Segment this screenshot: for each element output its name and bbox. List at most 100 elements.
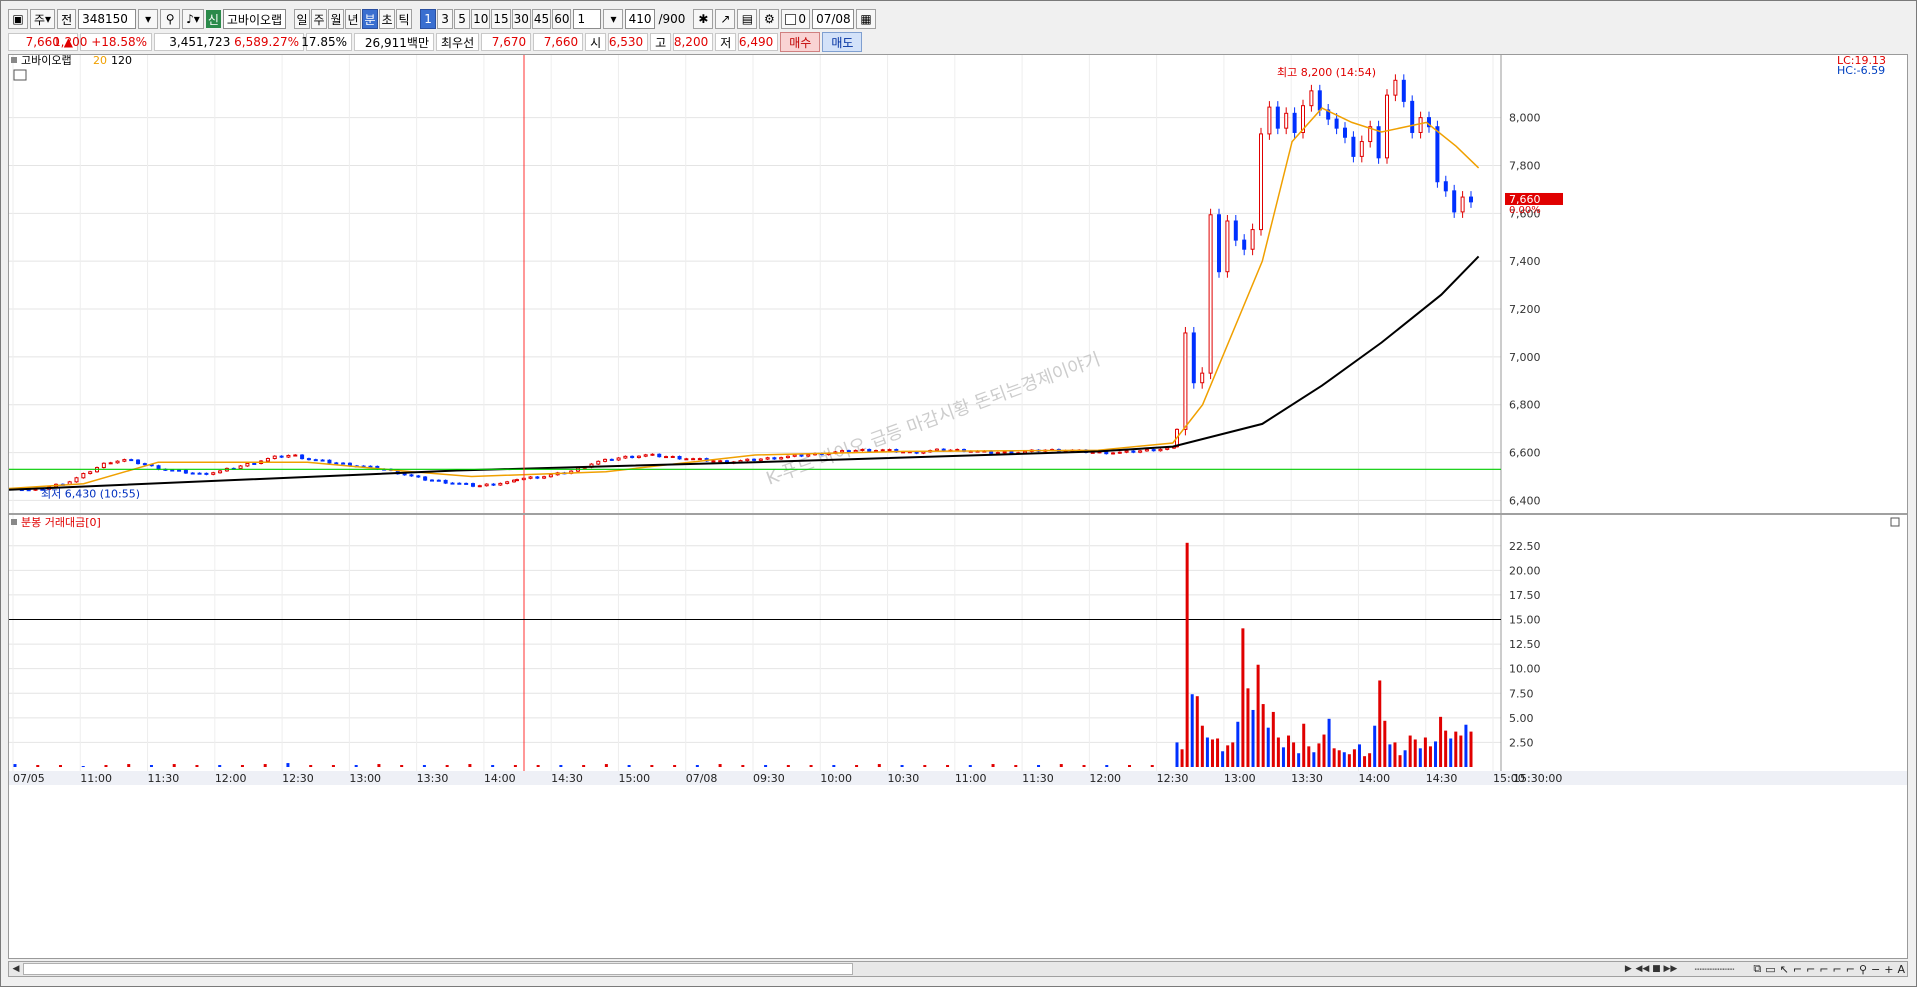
period-button[interactable]: 월 bbox=[328, 9, 345, 29]
interval-button[interactable]: 45 bbox=[531, 9, 552, 29]
draw-icon-2[interactable]: ⌐ bbox=[1804, 962, 1817, 976]
candle-body bbox=[1158, 448, 1163, 452]
period-button[interactable]: 일 bbox=[294, 9, 311, 29]
mode-select[interactable]: 주 ▾ bbox=[30, 9, 56, 29]
chart-area[interactable]: 고바이오랩 20 120 LC:19.13 HC:-6.59 K-푸드 바이오 … bbox=[8, 54, 1908, 959]
volume-tick-label: 12.50 bbox=[1509, 638, 1541, 651]
code-input[interactable]: 348150 bbox=[78, 9, 137, 29]
draw-icon-4[interactable]: ⌐ bbox=[1831, 962, 1844, 976]
candle-body bbox=[995, 452, 1000, 455]
volume-bar bbox=[1205, 737, 1209, 767]
candle-body bbox=[1418, 117, 1423, 133]
type-button[interactable]: 전 bbox=[57, 9, 77, 29]
volume-bar bbox=[1368, 753, 1372, 767]
period-button[interactable]: 년 bbox=[345, 9, 362, 29]
zoom-slider[interactable]: ┈┈┈┈┈┈ bbox=[1677, 962, 1751, 976]
period-button[interactable]: 틱 bbox=[396, 9, 413, 29]
x-tick-label: 13:00 bbox=[349, 772, 381, 785]
candle-body bbox=[443, 479, 448, 484]
draw-icon-3[interactable]: ⌐ bbox=[1817, 962, 1830, 976]
scroll-thumb[interactable] bbox=[23, 963, 853, 975]
sell-button[interactable]: 매도 bbox=[822, 32, 863, 52]
count-input[interactable]: 410 bbox=[625, 9, 656, 29]
price-tick-label: 7,400 bbox=[1509, 255, 1541, 268]
interval-button[interactable]: 60 bbox=[552, 9, 572, 29]
horizontal-scrollbar[interactable]: ◀ ▶ ◀◀ ■ ▶▶ ┈┈┈┈┈┈ ⧉ ▭ ↖ ⌐ ⌐ ⌐ ⌐ ⌐ ⚲ − +… bbox=[8, 961, 1908, 977]
x-tick-label: 12:30 bbox=[1157, 772, 1189, 785]
gear-icon[interactable]: ⚙ bbox=[759, 9, 780, 29]
panel-handle-icon[interactable] bbox=[11, 57, 17, 63]
candle-body bbox=[1002, 451, 1007, 454]
x-axis: 07/05 11:00 11:30 12:00 12:30 13:00 13:30 14:00… bbox=[9, 771, 1907, 785]
candle-body bbox=[1284, 112, 1289, 129]
volume-panel-close-icon[interactable] bbox=[1890, 517, 1900, 527]
settings-icon-2[interactable]: ▭ bbox=[1763, 962, 1777, 976]
candle-body bbox=[402, 473, 407, 476]
volume-cell: 3,451,723 6,589.27% bbox=[154, 33, 304, 51]
layout-icon[interactable]: ▣ bbox=[8, 9, 28, 29]
change-value: 1,200 bbox=[53, 35, 88, 49]
volume-bar bbox=[1256, 664, 1260, 767]
interval-select[interactable]: 1 bbox=[573, 9, 602, 29]
candle-body bbox=[1334, 118, 1339, 129]
date-checkbox[interactable]: 0 bbox=[781, 9, 811, 29]
stop-icon[interactable]: ■ bbox=[1649, 962, 1663, 976]
trend-icon[interactable]: ↗ bbox=[715, 9, 736, 29]
volume-tick-label: 20.00 bbox=[1509, 564, 1541, 577]
forward-icon[interactable]: ▶▶ bbox=[1663, 962, 1677, 976]
scroll-right-icon[interactable]: ▶ bbox=[1621, 962, 1635, 976]
indicator-icon[interactable]: ✱ bbox=[693, 9, 714, 29]
interval-dropdown-icon[interactable]: ▾ bbox=[603, 9, 624, 29]
rewind-icon[interactable]: ◀◀ bbox=[1635, 962, 1649, 976]
candle-body bbox=[88, 471, 93, 475]
settings-icon-1[interactable]: ⧉ bbox=[1751, 962, 1763, 976]
chart-svg[interactable]: 고바이오랩 20 120 LC:19.13 HC:-6.59 K-푸드 바이오 … bbox=[8, 54, 1907, 958]
volume-bar bbox=[1408, 735, 1412, 767]
zoom-in-icon[interactable]: + bbox=[1882, 962, 1895, 976]
magnify-icon[interactable]: ⚲ bbox=[1857, 962, 1869, 976]
font-icon[interactable]: A bbox=[1895, 962, 1907, 976]
interval-button[interactable]: 3 bbox=[437, 9, 454, 29]
period-button[interactable]: 주 bbox=[311, 9, 328, 29]
search-icon[interactable]: ⚲ bbox=[160, 9, 181, 29]
volume-bar bbox=[513, 765, 517, 767]
volume-bar bbox=[1428, 746, 1432, 767]
draw-icon-5[interactable]: ⌐ bbox=[1844, 962, 1857, 976]
candle-body bbox=[1200, 372, 1205, 384]
volume-bar bbox=[1210, 739, 1214, 767]
volume-bar bbox=[81, 766, 85, 768]
draw-icon-1[interactable]: ⌐ bbox=[1791, 962, 1804, 976]
interval-button[interactable]: 1 bbox=[420, 9, 437, 29]
period-button[interactable]: 분 bbox=[362, 9, 379, 29]
code-dropdown-icon[interactable]: ▾ bbox=[138, 9, 159, 29]
volume-bar bbox=[263, 764, 267, 767]
volume-bar bbox=[1216, 738, 1220, 767]
candle-body bbox=[293, 454, 298, 457]
x-tick-label: 07/08 bbox=[686, 772, 718, 785]
date-input[interactable]: 07/08 bbox=[812, 9, 855, 29]
interval-button[interactable]: 15 bbox=[491, 9, 511, 29]
save-icon[interactable]: ▤ bbox=[737, 9, 758, 29]
scroll-left-icon[interactable]: ◀ bbox=[9, 962, 23, 976]
change-pct: +18.58% bbox=[91, 35, 147, 49]
buy-button[interactable]: 매수 bbox=[780, 32, 821, 52]
interval-button[interactable]: 5 bbox=[454, 9, 471, 29]
period-button[interactable]: 초 bbox=[379, 9, 396, 29]
candle-body bbox=[785, 455, 790, 459]
candle-body bbox=[1233, 220, 1238, 241]
candle-body bbox=[934, 448, 939, 451]
table-toggle-icon[interactable] bbox=[13, 69, 27, 81]
x-tick-label: 12:30 bbox=[282, 772, 314, 785]
ma120-line bbox=[8, 255, 1480, 491]
interval-button[interactable]: 30 bbox=[511, 9, 531, 29]
interval-button[interactable]: 10 bbox=[471, 9, 491, 29]
volume-panel-handle-icon[interactable] bbox=[11, 519, 17, 525]
speaker-icon[interactable]: ♪▾ bbox=[182, 9, 204, 29]
cursor-icon[interactable]: ↖ bbox=[1778, 962, 1791, 976]
zoom-out-icon[interactable]: − bbox=[1869, 962, 1882, 976]
calendar-icon[interactable]: ▦ bbox=[856, 9, 877, 29]
volume-bar bbox=[1082, 765, 1086, 767]
x-tick-label: 11:30 bbox=[148, 772, 180, 785]
x-tick-label: 07/05 bbox=[13, 772, 45, 785]
volume-bar bbox=[1014, 765, 1018, 767]
